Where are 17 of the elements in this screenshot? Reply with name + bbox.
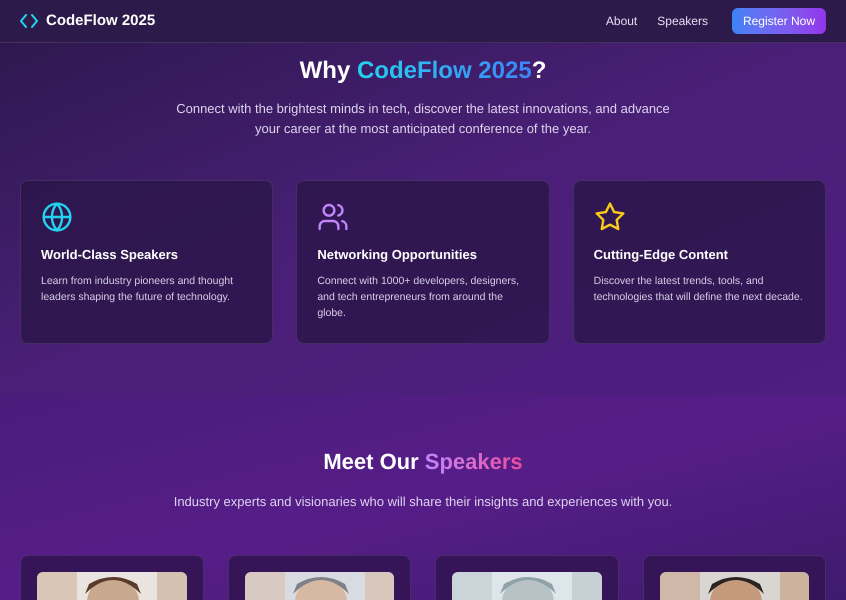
feature-title: World-Class Speakers bbox=[41, 246, 180, 264]
nav-link[interactable]: About bbox=[606, 12, 638, 30]
feature-text: Learn from industry pioneers and thought leaders shaping the future of technology. bbox=[41, 274, 234, 305]
register-button[interactable]: Register Now bbox=[732, 8, 826, 34]
feature-text: Connect with 1000+ developers, designers, and tech entrepreneurs from around the globe. bbox=[317, 274, 520, 321]
logo-text[interactable]: CodeFlow 2025 bbox=[46, 10, 156, 32]
code-icon bbox=[20, 14, 38, 28]
feature-title: Cutting-Edge Content bbox=[594, 246, 729, 264]
feature-title: Networking Opportunities bbox=[317, 246, 478, 264]
section-title: Meet Our Speakers bbox=[322, 448, 524, 476]
nav-link[interactable]: Speakers bbox=[657, 12, 708, 30]
section-intro: Industry experts and visionaries who will share their insights and experiences with you. bbox=[172, 493, 674, 511]
users-icon bbox=[317, 201, 350, 233]
section-intro: Connect with the brightest minds in tech, discover the latest innovations, and advance your career at the most anticipated conference of the year. bbox=[175, 100, 671, 138]
globe-icon bbox=[41, 201, 73, 233]
star-icon bbox=[594, 201, 626, 233]
feature-text: Discover the latest trends, tools, and technologies that will define the next decade. bbox=[594, 274, 804, 305]
